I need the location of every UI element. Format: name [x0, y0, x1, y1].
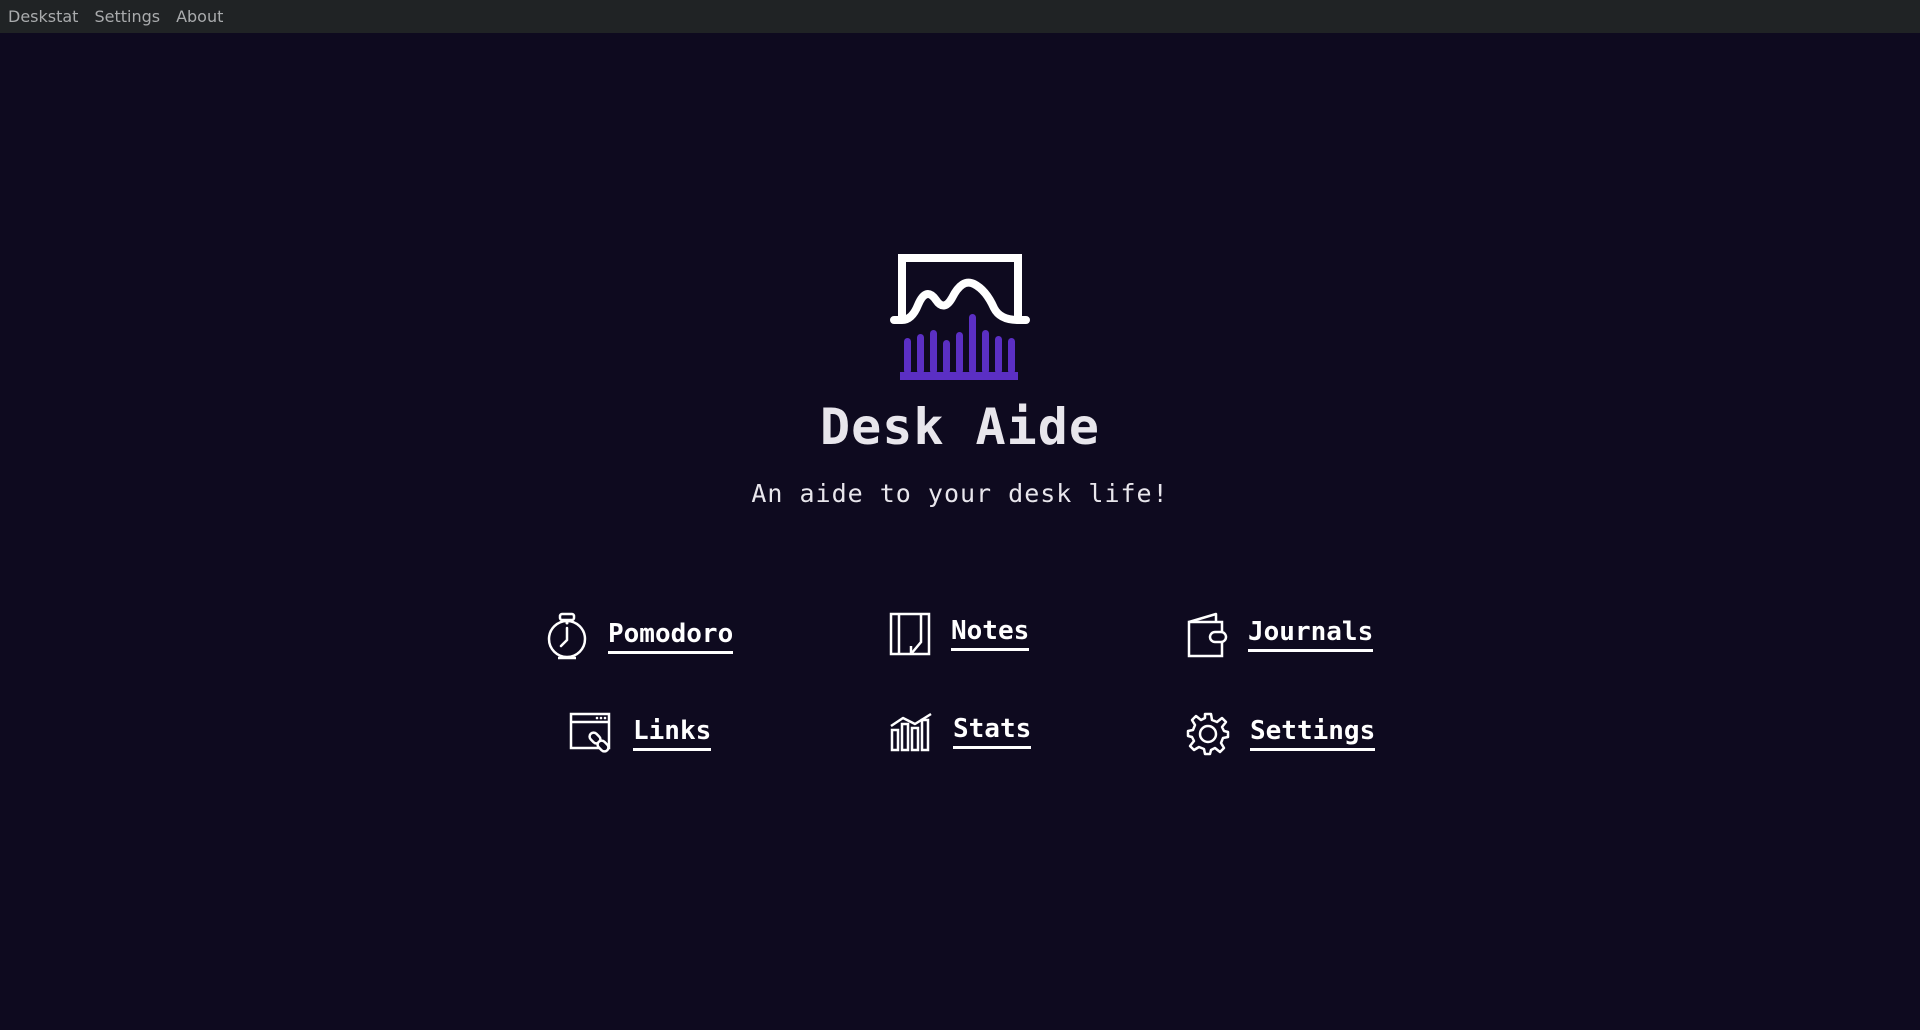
nav-stats[interactable]: Stats — [889, 712, 1032, 752]
nav-journals-label[interactable]: Journals — [1248, 618, 1374, 652]
stopwatch-icon — [547, 612, 587, 660]
menu-item-about[interactable]: About — [168, 0, 231, 33]
nav-stats-label[interactable]: Stats — [953, 715, 1032, 749]
nav-notes-label[interactable]: Notes — [951, 617, 1030, 651]
gear-icon — [1186, 712, 1230, 756]
nav-settings[interactable]: Settings — [1186, 712, 1376, 756]
browser-link-icon — [569, 712, 611, 753]
nav-links[interactable]: Links — [569, 712, 712, 756]
nav-notes[interactable]: Notes — [889, 612, 1030, 656]
menu-bar: Deskstat Settings About — [0, 0, 1920, 33]
menu-item-settings[interactable]: Settings — [86, 0, 168, 33]
app-subtitle: An aide to your desk life! — [751, 479, 1169, 508]
bar-chart-icon — [890, 712, 932, 752]
nav-settings-label[interactable]: Settings — [1250, 717, 1376, 751]
menu-item-deskstat[interactable]: Deskstat — [0, 0, 86, 33]
nav-pomodoro-label[interactable]: Pomodoro — [608, 620, 734, 654]
app-title: Desk Aide — [820, 398, 1100, 456]
desk-chart-logo-icon — [890, 254, 1030, 380]
notebook-icon — [889, 612, 931, 656]
nav-links-label[interactable]: Links — [633, 717, 712, 751]
nav-pomodoro[interactable]: Pomodoro — [546, 612, 734, 662]
nav-journals[interactable]: Journals — [1186, 612, 1374, 658]
wallet-icon — [1187, 612, 1228, 658]
